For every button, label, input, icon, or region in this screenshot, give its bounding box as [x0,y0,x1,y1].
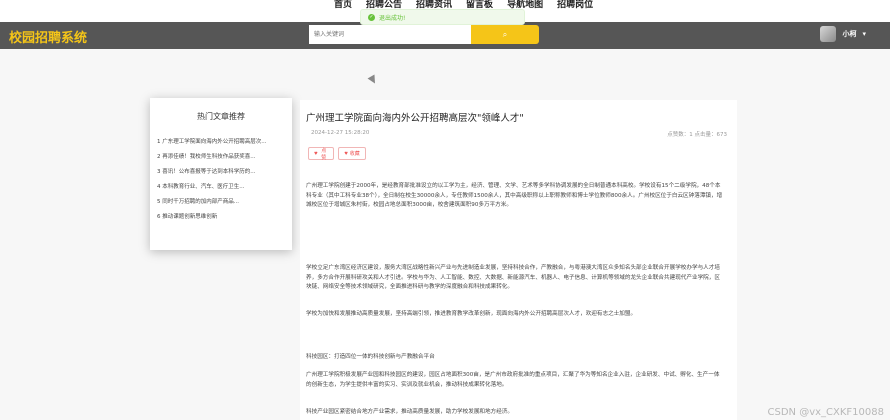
hot-articles-card: 热门文章推荐 1 广东理工学院面向海内外公开招聘高层次... 2 再添佳绩！我校… [150,98,292,250]
toast-message: 退出成功! [379,14,406,22]
site-logo[interactable]: 校园招聘系统 [9,27,87,46]
search-bar: ⌕ [309,25,539,44]
search-icon: ⌕ [502,29,508,39]
watermark: CSDN @vx_CXKF10088 [767,407,884,418]
like-label: 点赞 [321,147,327,161]
avatar[interactable] [820,26,837,42]
hot-article-item[interactable]: 5 同时千万招聘的加内部产商品... [157,198,285,213]
chevron-down-icon[interactable]: ▾ [862,30,866,38]
search-input[interactable] [309,25,471,44]
thumbs-up-icon: ♥ [314,150,318,157]
username[interactable]: 小柯 [842,29,856,39]
article-stats: 点赞数：1 点击量：673 [667,132,727,138]
mouse-cursor-icon [367,74,379,86]
hot-article-item[interactable]: 4 本科教育行业、汽车、医疗卫生... [157,183,285,198]
hot-articles-title: 热门文章推荐 [197,112,245,121]
nav-item-positions[interactable]: 招聘岗位 [557,0,593,10]
user-menu[interactable]: 小柯 ▾ [820,26,866,42]
article-paragraph: 科技产业园区紧密结合地方产业需求，推动高质量发展，助力学校发展和地方经济。 [306,409,513,415]
search-button[interactable]: ⌕ [471,25,539,44]
favorite-button[interactable]: ♥ 收藏 [338,147,366,160]
article-paragraph: 学校立足广东湾区经济区建设，服务大湾区战略性新兴产业与先进制造业发展，坚持科技合… [306,265,720,290]
success-toast: ✓ 退出成功! [360,9,525,25]
article-paragraph: 广州理工学院创建于2000年，是经教育部批准设立的以工学为主，经济、管理、文学、… [306,183,723,208]
article-panel: 广州理工学院面向海内外公开招聘高层次"领峰人才" 2024-12-27 15:2… [300,100,737,420]
favorite-label: 收藏 [349,151,360,157]
hot-article-item[interactable]: 1 广东理工学院面向海内外公开招聘高层次... [157,138,285,153]
hot-article-item[interactable]: 3 喜讯！公布喜报等于达到本科学历的... [157,168,285,183]
header-bar: 校园招聘系统 ⌕ 小柯 ▾ [0,22,890,49]
check-icon: ✓ [368,13,375,21]
article-subheading: 科技园区：打造四位一体的科技创新与产教融合平台 [306,354,435,360]
hot-article-item[interactable]: 6 推动课题创新思维创新 [157,213,285,228]
article-paragraph: 广州理工学院积极发展产业园和科技园区的建设，园区占地面积300亩，是广州市政府批… [306,372,720,388]
article-paragraph: 学校为加快和发展推动高质量发展，坚持高端引领，推进教育教学改革创新，现面向海内外… [306,311,637,317]
heart-icon: ♥ [344,150,348,157]
hot-articles-list: 1 广东理工学院面向海内外公开招聘高层次... 2 再添佳绩！我校师生科技作品获… [157,138,285,228]
article-title: 广州理工学院面向海内外公开招聘高层次"领峰人才" [306,113,524,124]
article-date: 2024-12-27 15:28:20 [311,130,370,136]
like-button[interactable]: ♥ 点赞 [308,147,334,161]
nav-item-home[interactable]: 首页 [334,0,352,10]
hot-article-item[interactable]: 2 再添佳绩！我校师生科技作品获奖喜... [157,153,285,168]
